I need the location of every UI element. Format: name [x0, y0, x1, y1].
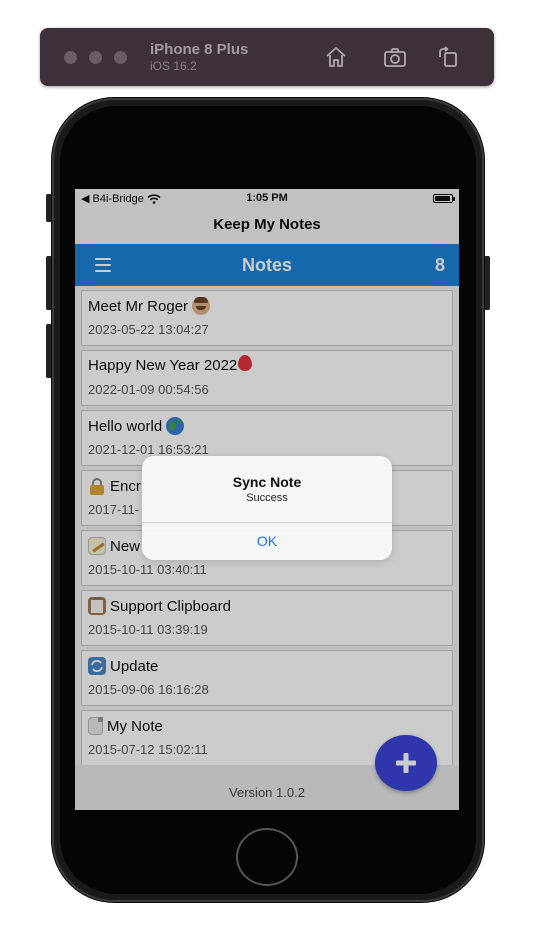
phone-screen: ◀ B4i-Bridge 1:05 PM Keep My Notes Notes…: [75, 189, 459, 810]
close-window-button[interactable]: [64, 51, 77, 64]
minimize-window-button[interactable]: [89, 51, 102, 64]
sync-note-alert: Sync Note Success OK: [142, 456, 392, 560]
rotate-icon: [439, 46, 457, 67]
simulator-toolbar: iPhone 8 Plus iOS 16.2: [40, 28, 494, 86]
simulator-os-version: iOS 16.2: [150, 59, 197, 73]
alert-ok-button[interactable]: OK: [142, 523, 392, 560]
simulator-stage: iPhone 8 Plus iOS 16.2 ◀ B4i-Bridge 1:05…: [0, 0, 534, 950]
camera-icon: [384, 48, 406, 67]
home-icon: [326, 47, 346, 67]
hardware-home-button[interactable]: [236, 828, 298, 886]
alert-title: Sync Note: [232, 474, 302, 490]
screenshot-button[interactable]: [380, 42, 410, 72]
home-button[interactable]: [321, 42, 351, 72]
alert-message: Success: [246, 492, 288, 504]
zoom-window-button[interactable]: [114, 51, 127, 64]
simulator-device-name: iPhone 8 Plus: [150, 41, 249, 58]
power-button: [484, 256, 490, 310]
rotate-button[interactable]: [433, 42, 463, 72]
